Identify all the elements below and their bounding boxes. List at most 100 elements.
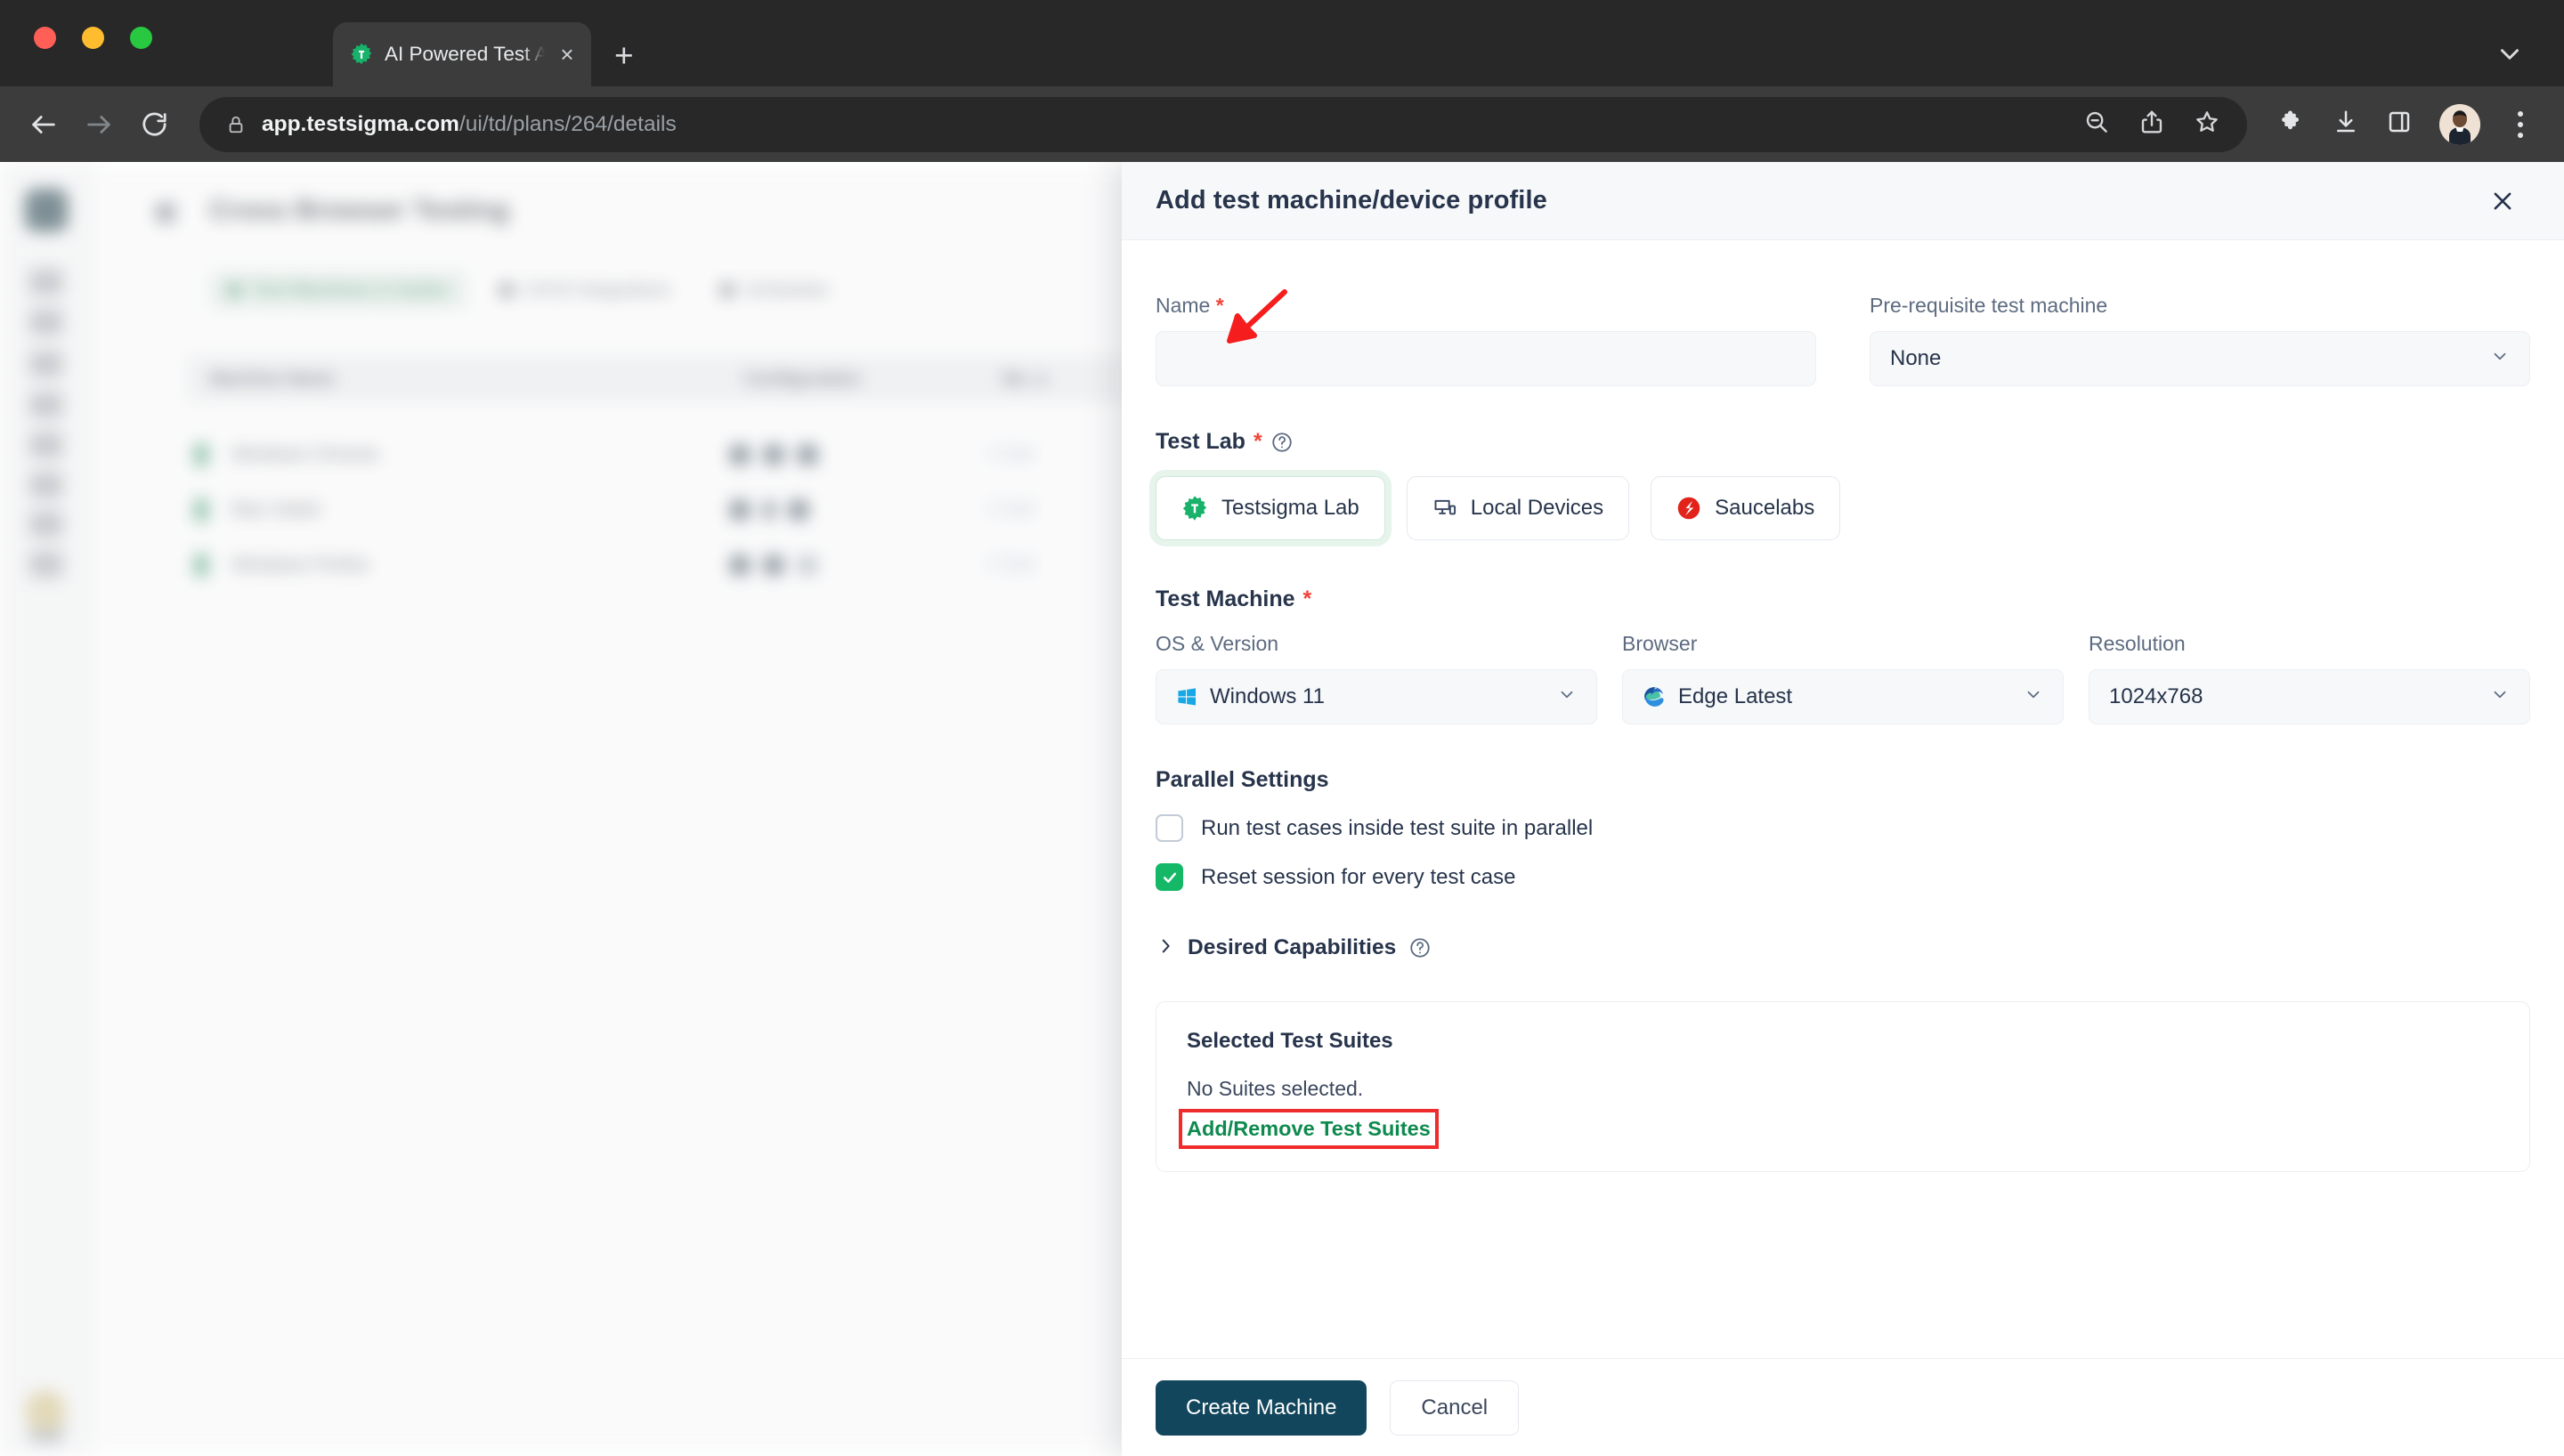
browser-label: Browser [1622, 632, 1698, 655]
sidebar-item-1[interactable] [29, 269, 63, 295]
close-window-button[interactable] [34, 27, 56, 49]
page-back-button[interactable] [156, 203, 175, 222]
sidebar-avatar[interactable] [25, 1390, 66, 1431]
close-icon[interactable] [2482, 181, 2523, 222]
status-indicator [194, 497, 208, 522]
tab-label: CI/CD Integrations [523, 279, 671, 300]
os-version-select[interactable]: Windows 11 [1156, 669, 1597, 724]
share-icon[interactable] [2138, 109, 2165, 140]
url-host: app.testsigma.com [262, 111, 459, 136]
tab-label: Schedules [745, 279, 829, 300]
parallel-settings-section: Parallel Settings Run test cases inside … [1156, 767, 2530, 891]
test-lab-option-label: Saucelabs [1715, 496, 1815, 520]
tab-schedules[interactable]: Schedules [702, 271, 846, 310]
prerequisite-select[interactable]: None [1870, 331, 2530, 386]
reset-session-label: Reset session for every test case [1201, 864, 1516, 889]
bookmark-star-icon[interactable] [2194, 109, 2220, 140]
forward-arrow-icon[interactable] [71, 97, 126, 152]
desired-capabilities-row[interactable]: Desired Capabilities [1156, 935, 2530, 960]
browser-icon [764, 499, 775, 520]
window-traffic-lights [34, 27, 152, 49]
tab-cicd-integrations[interactable]: CI/CD Integrations [482, 271, 689, 310]
sidebar-item-8[interactable] [29, 551, 63, 578]
configuration-icons [730, 444, 988, 465]
test-lab-option-saucelabs[interactable]: Saucelabs [1651, 476, 1841, 540]
resolution-icon [789, 499, 808, 520]
run-parallel-checkbox[interactable] [1156, 814, 1183, 842]
tab-test-machines-suites[interactable]: Test Machines & Suites [209, 271, 467, 310]
help-circle-icon[interactable] [1408, 936, 1432, 959]
panel-header: Add test machine/device profile [1122, 162, 2564, 240]
os-version-label: OS & Version [1156, 632, 1279, 655]
reload-icon[interactable] [126, 97, 182, 152]
browser-select[interactable]: Edge Latest [1622, 669, 2064, 724]
schedule-icon [720, 283, 735, 297]
address-bar-url: app.testsigma.com/ui/td/plans/264/detail… [262, 112, 677, 137]
browser-tab-title: AI Powered Test Automation P [385, 43, 545, 65]
test-machine-section: Test Machine * OS & Version Windows 11 B… [1156, 586, 2530, 724]
page-tabs: Test Machines & Suites CI/CD Integration… [209, 271, 847, 310]
browser-tab[interactable]: AI Powered Test Automation P × [333, 22, 591, 86]
checkbox-row-run-parallel[interactable]: Run test cases inside test suite in para… [1156, 814, 2530, 842]
page-viewport: Cross Browser Testing Test Machines & Su… [0, 162, 2564, 1456]
os-version-value: Windows 11 [1210, 684, 1325, 708]
no-suites-message: No Suites selected. [1187, 1077, 1364, 1100]
side-panel-icon[interactable] [2386, 109, 2413, 140]
os-icon [730, 444, 750, 465]
minimize-window-button[interactable] [82, 27, 104, 49]
suite-count: 2 Suit [988, 554, 1035, 574]
add-remove-test-suites-link[interactable]: Add/Remove Test Suites [1179, 1109, 1439, 1149]
test-lab-option-label: Testsigma Lab [1221, 496, 1359, 520]
maximize-window-button[interactable] [130, 27, 152, 49]
checkbox-row-reset-session[interactable]: Reset session for every test case [1156, 863, 2530, 891]
toolbar-icons [2260, 103, 2534, 145]
os-icon [730, 499, 750, 520]
parallel-settings-heading: Parallel Settings [1156, 767, 1329, 792]
create-machine-button[interactable]: Create Machine [1156, 1379, 1367, 1436]
chevron-down-icon [2024, 684, 2043, 710]
chrome-menu-icon[interactable] [2507, 110, 2534, 138]
downloads-icon[interactable] [2333, 109, 2359, 140]
configuration-icons [730, 499, 988, 520]
resolution-select[interactable]: 1024x768 [2089, 669, 2530, 724]
panel-body: Name * Pre-requisite test machine None T… [1122, 240, 2564, 1358]
test-machine-label: Test Machine [1156, 586, 1295, 611]
name-label-text: Name [1156, 294, 1211, 317]
col-configuration: Configuration [744, 368, 862, 389]
col-machine-name: Machine Name [210, 368, 336, 389]
test-lab-option-testsigma-lab[interactable]: Testsigma Lab [1156, 476, 1385, 540]
suite-count: 2 Suit [988, 499, 1035, 519]
test-machine-heading: Test Machine * [1156, 586, 2530, 612]
chevron-right-icon[interactable] [1156, 936, 1175, 960]
resolution-icon [798, 444, 817, 465]
name-label: Name * [1156, 294, 1816, 318]
name-field-group: Name * [1156, 294, 1816, 386]
prerequisite-label: Pre-requisite test machine [1870, 294, 2108, 317]
help-circle-icon[interactable] [1270, 431, 1294, 454]
panel-title: Add test machine/device profile [1156, 186, 1547, 214]
new-tab-button[interactable]: + [614, 39, 634, 72]
extensions-puzzle-icon[interactable] [2279, 109, 2306, 140]
zoom-out-icon[interactable] [2083, 109, 2110, 140]
sidebar-item-3[interactable] [29, 351, 63, 377]
sidebar-item-7[interactable] [29, 511, 63, 538]
cancel-button[interactable]: Cancel [1390, 1379, 1520, 1436]
tab-close-icon[interactable]: × [556, 43, 579, 66]
sidebar-item-4[interactable] [29, 392, 63, 418]
tab-list-chevron-icon[interactable] [2495, 39, 2525, 74]
reset-session-checkbox[interactable] [1156, 863, 1183, 891]
profile-avatar[interactable] [2439, 103, 2480, 145]
name-input[interactable] [1156, 331, 1816, 386]
test-machine-fields: OS & Version Windows 11 Browser Edge Lat… [1156, 632, 2530, 724]
back-arrow-icon[interactable] [16, 97, 71, 152]
testsigma-favicon-icon [349, 42, 374, 67]
sidebar-item-6[interactable] [29, 472, 63, 498]
sidebar-item-2[interactable] [29, 309, 63, 336]
os-version-field-group: OS & Version Windows 11 [1156, 632, 1597, 724]
sidebar-item-5[interactable] [29, 432, 63, 458]
address-bar[interactable]: app.testsigma.com/ui/td/plans/264/detail… [199, 96, 2247, 152]
resolution-icon [798, 554, 817, 575]
browser-field-group: Browser Edge Latest [1622, 632, 2064, 724]
machine-name: Windows Firefox [231, 554, 370, 575]
test-lab-option-local-devices[interactable]: Local Devices [1406, 476, 1630, 540]
